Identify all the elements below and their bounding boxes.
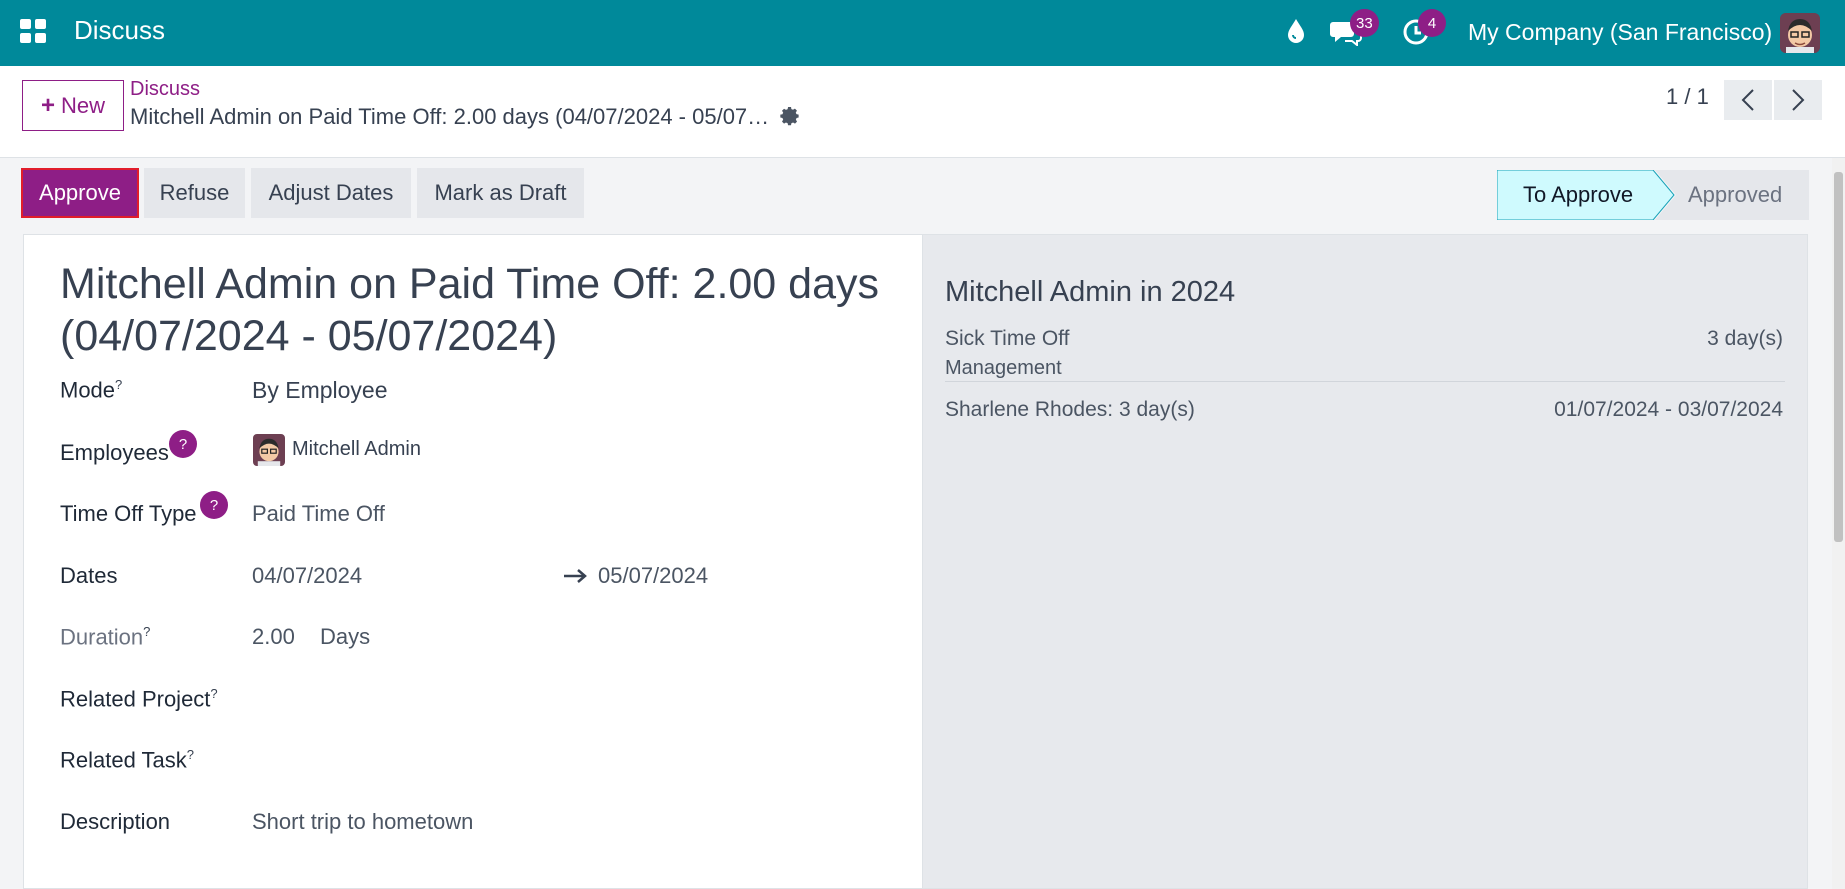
- new-button-label: New: [61, 92, 106, 118]
- date-to-input[interactable]: 05/07/2024: [598, 563, 708, 589]
- related-task-input[interactable]: [252, 741, 892, 777]
- stage-to-approve[interactable]: To Approve: [1523, 170, 1633, 220]
- help-mark: ?: [186, 747, 195, 762]
- pager-value[interactable]: 1 / 1: [1666, 84, 1709, 110]
- messages-count-badge: 33: [1350, 9, 1379, 37]
- record-title: Mitchell Admin on Paid Time Off: 2.00 da…: [60, 260, 879, 360]
- time-off-type-value[interactable]: Paid Time Off: [252, 501, 385, 527]
- description-label: Description: [60, 809, 171, 834]
- duration-unit: Days: [320, 624, 371, 649]
- apps-menu-icon[interactable]: [20, 19, 46, 43]
- help-mark: ?: [115, 377, 123, 392]
- employees-label: Employees: [60, 440, 169, 465]
- status-bar: Approve Refuse Adjust Dates Mark as Draf…: [0, 158, 1845, 234]
- divider: [945, 381, 1785, 382]
- chevron-left-icon: [1741, 89, 1754, 111]
- chevron-right-icon: [1792, 89, 1805, 111]
- time-off-type-label: Time Off Type: [60, 501, 197, 526]
- company-switcher[interactable]: My Company (San Francisco): [1468, 19, 1772, 46]
- date-from-input[interactable]: 04/07/2024: [252, 563, 362, 589]
- time-off-type-help-badge[interactable]: ?: [200, 491, 228, 519]
- mode-value[interactable]: By Employee: [252, 377, 388, 404]
- arrow-right-icon: [564, 569, 587, 583]
- duration-label: Duration?: [60, 624, 151, 650]
- breadcrumb-parent[interactable]: Discuss: [130, 78, 200, 101]
- refuse-button[interactable]: Refuse: [144, 168, 245, 218]
- help-mark: ?: [210, 686, 218, 701]
- user-avatar[interactable]: [1780, 13, 1820, 53]
- department-name: Management: [945, 357, 1062, 379]
- breadcrumb-current: Mitchell Admin on Paid Time Off: 2.00 da…: [130, 104, 770, 129]
- employee-tag[interactable]: Mitchell Admin: [292, 438, 421, 461]
- description-value[interactable]: Short trip to hometown: [252, 809, 473, 835]
- leave-type-name: Sick Time Off: [945, 327, 1070, 350]
- related-project-input[interactable]: [252, 680, 892, 716]
- stage-approved[interactable]: Approved: [1688, 170, 1782, 220]
- duration-value[interactable]: 2.00: [252, 624, 295, 650]
- scrollbar-thumb[interactable]: [1834, 172, 1843, 542]
- plus-icon: +: [40, 91, 55, 119]
- pager-next-button[interactable]: [1774, 80, 1822, 120]
- help-mark: ?: [143, 624, 151, 639]
- droplet-icon[interactable]: [1286, 18, 1306, 44]
- mark-as-draft-button[interactable]: Mark as Draft: [417, 168, 584, 218]
- related-project-label: Related Project?: [60, 686, 218, 712]
- employee-avatar: [253, 434, 285, 466]
- pager-previous-button[interactable]: [1724, 80, 1772, 120]
- approve-button[interactable]: Approve: [21, 168, 139, 218]
- employees-help-badge[interactable]: ?: [169, 430, 197, 458]
- activities-count-badge: 4: [1418, 9, 1446, 37]
- adjust-dates-button[interactable]: Adjust Dates: [251, 168, 411, 218]
- gear-icon[interactable]: [780, 106, 802, 128]
- dates-label: Dates: [60, 563, 118, 588]
- leave-entry-name: Sharlene Rhodes: 3 day(s): [945, 398, 1195, 421]
- side-panel-title: Mitchell Admin in 2024: [945, 276, 1236, 308]
- control-panel: + New Discuss Mitchell Admin on Paid Tim…: [0, 66, 1845, 158]
- leave-type-days: 3 day(s): [1707, 327, 1783, 350]
- top-navbar: Discuss 33 4 My Company (San Francisco): [0, 0, 1845, 66]
- leave-entry-dates: 01/07/2024 - 03/07/2024: [1554, 398, 1783, 421]
- new-button[interactable]: + New: [22, 80, 124, 131]
- mode-label: Mode?: [60, 377, 123, 403]
- app-title[interactable]: Discuss: [74, 15, 165, 46]
- related-task-label: Related Task?: [60, 747, 195, 773]
